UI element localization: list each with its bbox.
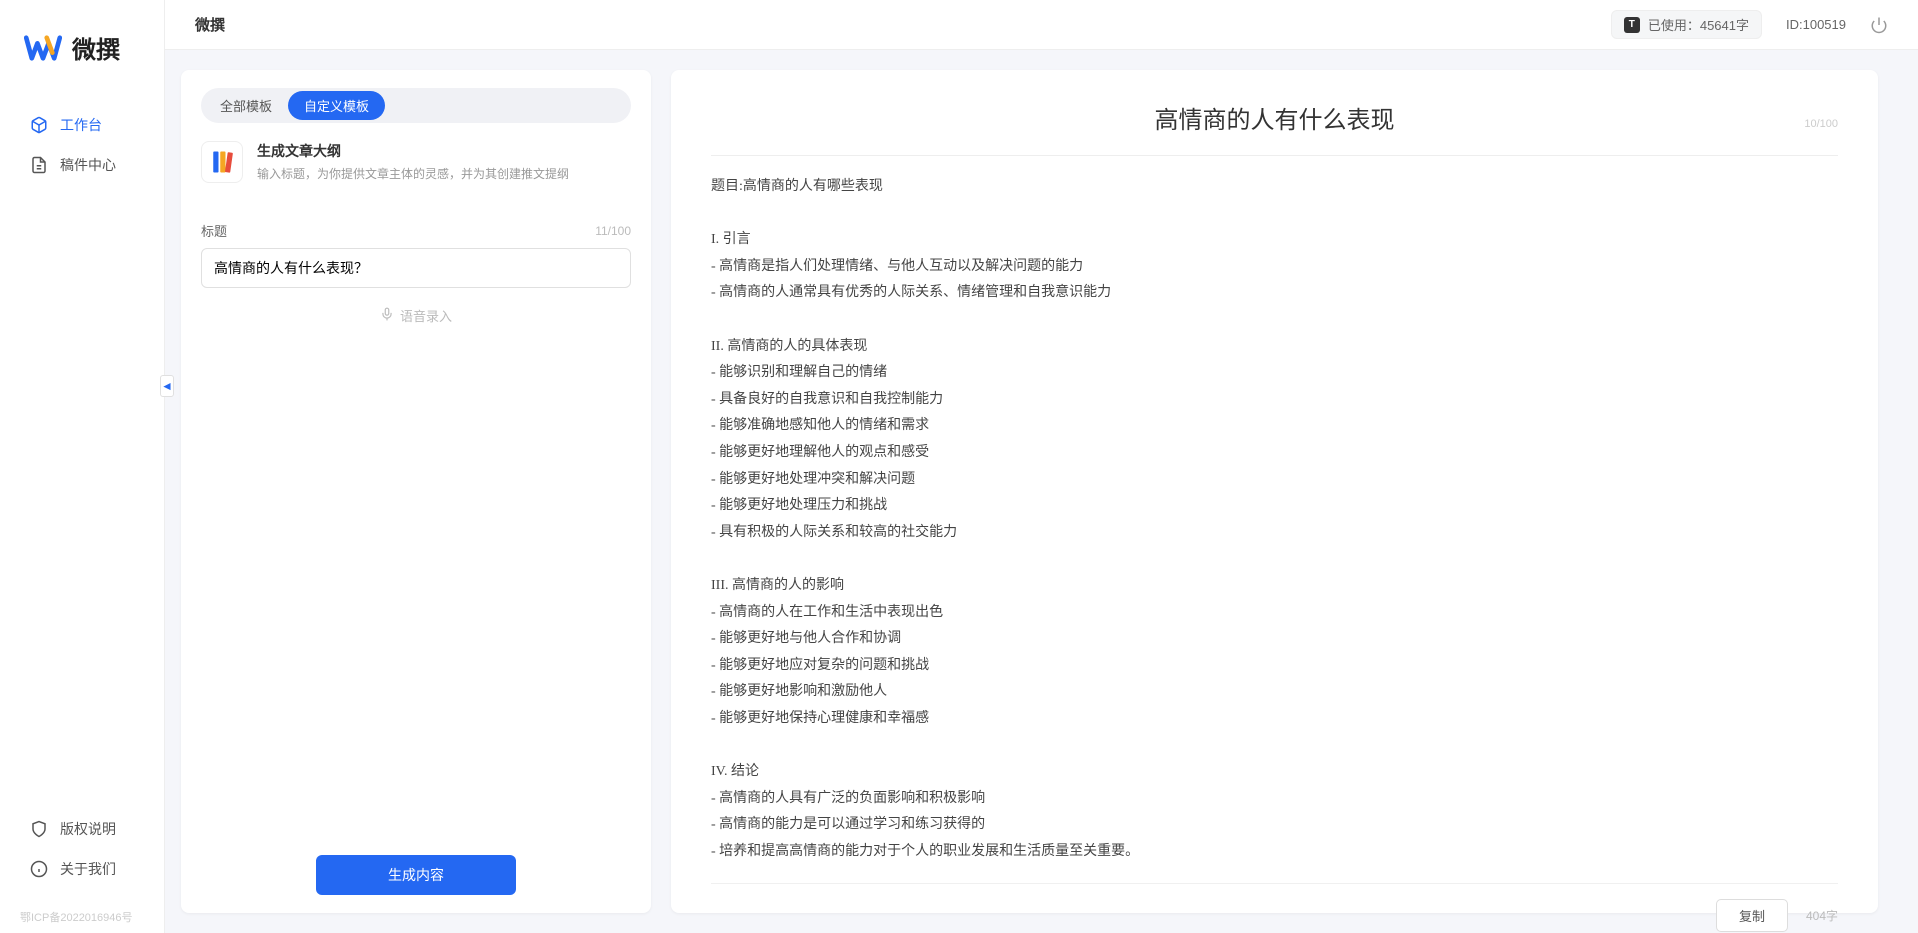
usage-pill[interactable]: T 已使用：45641字 bbox=[1611, 10, 1762, 39]
shield-icon bbox=[30, 820, 48, 838]
voice-label: 语音录入 bbox=[400, 306, 452, 325]
nav-drafts[interactable]: 稿件中心 bbox=[10, 145, 154, 185]
nav-workbench[interactable]: 工作台 bbox=[10, 105, 154, 145]
generate-button[interactable]: 生成内容 bbox=[316, 855, 516, 895]
output-panel: 高情商的人有什么表现 10/100 题目:高情商的人有哪些表现 I. 引言 - … bbox=[671, 70, 1878, 913]
info-icon bbox=[30, 860, 48, 878]
chevron-left-icon: ◄ bbox=[161, 379, 173, 393]
nav-label: 工作台 bbox=[60, 115, 102, 135]
cube-icon bbox=[30, 116, 48, 134]
sidebar-collapse[interactable]: ◄ bbox=[160, 375, 174, 397]
output-word-count: 404字 bbox=[1806, 907, 1838, 924]
output-header: 高情商的人有什么表现 10/100 bbox=[711, 100, 1838, 156]
nav-about[interactable]: 关于我们 bbox=[10, 849, 154, 889]
file-icon bbox=[30, 156, 48, 174]
topbar-right: T 已使用：45641字 ID:100519 bbox=[1611, 10, 1888, 39]
sidebar-nav: 工作台 稿件中心 bbox=[0, 105, 164, 809]
app-title: 微撰 bbox=[195, 14, 225, 35]
title-label: 标题 bbox=[201, 221, 227, 240]
title-char-count: 11/100 bbox=[595, 224, 631, 238]
output-body: 题目:高情商的人有哪些表现 I. 引言 - 高情商是指人们处理情绪、与他人互动以… bbox=[711, 156, 1838, 883]
mic-icon bbox=[380, 307, 394, 324]
input-panel: 全部模板 自定义模板 生成文章大纲 输入标题，为你提供文章主体的灵感，并为其创建… bbox=[181, 70, 651, 913]
nav-copyright[interactable]: 版权说明 bbox=[10, 809, 154, 849]
sidebar-footer: 版权说明 关于我们 bbox=[0, 809, 164, 909]
user-id: ID:100519 bbox=[1786, 17, 1846, 32]
tab-custom-templates[interactable]: 自定义模板 bbox=[288, 91, 385, 120]
copy-button[interactable]: 复制 bbox=[1716, 899, 1788, 932]
template-desc: 输入标题，为你提供文章主体的灵感，并为其创建推文提纲 bbox=[257, 165, 569, 182]
tab-all-templates[interactable]: 全部模板 bbox=[204, 91, 288, 120]
sidebar: 微撰 工作台 稿件中心 版权说明 关于我们 鄂ICP备2022016946号 bbox=[0, 0, 165, 933]
nav-label: 关于我们 bbox=[60, 859, 116, 879]
output-footer: 复制 404字 bbox=[711, 883, 1838, 932]
topbar: 微撰 T 已使用：45641字 ID:100519 bbox=[165, 0, 1918, 50]
output-title-counter: 10/100 bbox=[1804, 118, 1838, 130]
template-tabs: 全部模板 自定义模板 bbox=[201, 88, 631, 123]
nav-label: 稿件中心 bbox=[60, 155, 116, 175]
text-badge-icon: T bbox=[1624, 17, 1640, 33]
logo: 微撰 bbox=[0, 30, 164, 105]
usage-prefix: 已使用： bbox=[1648, 18, 1700, 33]
icp-text: 鄂ICP备2022016946号 bbox=[0, 909, 164, 933]
logo-icon bbox=[24, 34, 62, 62]
power-icon[interactable] bbox=[1870, 16, 1888, 34]
logo-text: 微撰 bbox=[72, 30, 120, 65]
template-title: 生成文章大纲 bbox=[257, 141, 569, 161]
title-input[interactable] bbox=[201, 248, 631, 288]
voice-input-button[interactable]: 语音录入 bbox=[201, 306, 631, 325]
template-icon bbox=[201, 141, 243, 183]
nav-label: 版权说明 bbox=[60, 819, 116, 839]
template-card: 生成文章大纲 输入标题，为你提供文章主体的灵感，并为其创建推文提纲 bbox=[201, 141, 631, 201]
output-title: 高情商的人有什么表现 bbox=[711, 100, 1838, 135]
usage-value: 45641字 bbox=[1700, 18, 1749, 33]
